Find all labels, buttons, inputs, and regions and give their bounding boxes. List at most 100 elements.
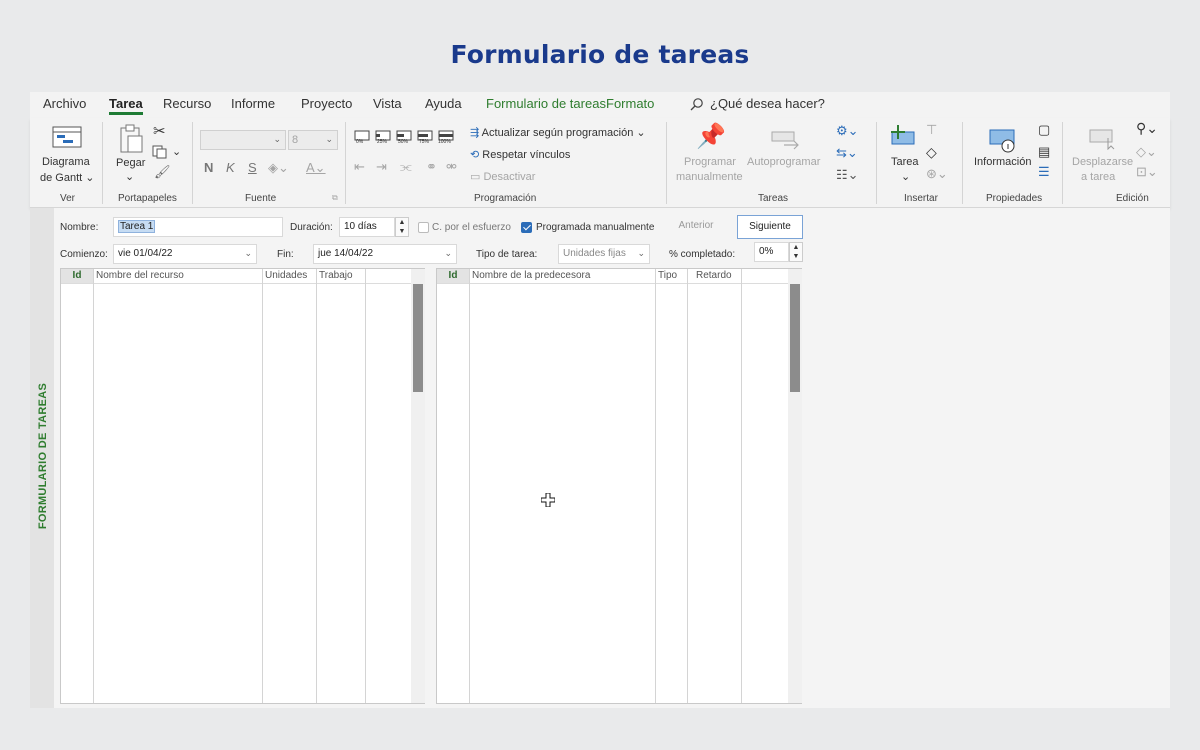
column-header-id[interactable]: Id [61,269,93,284]
italic-button[interactable]: K [226,160,235,175]
column-header-work[interactable]: Trabajo [317,269,365,284]
dialog-launcher-icon[interactable]: ⧉ [332,193,338,203]
information-icon[interactable] [988,128,1018,154]
fill-color-icon[interactable]: ◈⌄ [268,160,289,176]
cut-icon[interactable]: ✂ [153,122,166,140]
tab-formulario-de-tareas[interactable]: Formulario de tareas [486,96,606,111]
chevron-down-icon[interactable]: ⌄ [172,145,181,158]
font-size-box[interactable]: 8 ⌄ [288,130,338,150]
tab-tarea[interactable]: Tarea [109,96,143,115]
spin-down-icon[interactable]: ▼ [790,252,802,261]
pushpin-icon[interactable]: 📌 [696,122,726,151]
gantt-label-1[interactable]: Diagrama [42,156,90,168]
ribbon: Diagrama de Gantt ⌄ Ver Pegar ⌄ ✂ ⌄ 🖌 Po… [30,118,1170,208]
column-header-type[interactable]: Tipo [656,269,687,284]
column-header-id[interactable]: Id [437,269,469,284]
move-task-icon[interactable]: ⇆⌄ [836,145,858,161]
spin-up-icon[interactable]: ▲ [790,243,802,252]
scroll-to-task-label-2[interactable]: a tarea [1081,171,1115,183]
notes-icon[interactable]: ▢ [1038,122,1050,138]
schedule-manual-label-2[interactable]: manualmente [676,171,743,183]
outdent-icon[interactable]: ⇤ [354,159,365,175]
update-schedule-button[interactable]: ⇶ Actualizar según programación ⌄ [470,126,646,139]
format-painter-icon[interactable]: 🖌 [154,164,171,180]
split-task-icon[interactable]: ⫘ [400,159,412,175]
task-type-select[interactable]: Unidades fijas ⌄ [558,244,650,264]
percent-complete-field[interactable]: 0% [754,242,789,262]
tab-ayuda[interactable]: Ayuda [425,96,462,111]
gantt-button[interactable]: de Gantt ⌄ [40,171,94,184]
spin-up-icon[interactable]: ▲ [396,218,408,227]
update-schedule-icon: ⇶ [470,127,480,139]
scroll-to-task-label-1[interactable]: Desplazarse [1072,156,1133,168]
column-header-resource-name[interactable]: Nombre del recurso [94,269,262,284]
column-header-units[interactable]: Unidades [263,269,316,284]
tab-archivo[interactable]: Archivo [43,96,86,111]
duration-field[interactable]: 10 días [339,217,395,237]
underline-button[interactable]: S [248,160,257,175]
font-family-box[interactable]: ⌄ [200,130,286,150]
effort-driven-checkbox[interactable] [418,222,429,233]
chevron-down-icon[interactable]: ⌄ [444,248,452,259]
start-date-field[interactable]: vie 01/04/22 ⌄ [113,244,257,264]
scroll-thumb[interactable] [413,284,423,392]
column-divider [262,269,263,703]
font-size-value: 8 [292,134,299,146]
deactivate-button[interactable]: ▭ Desactivar [470,170,535,183]
deliverable-icon[interactable]: ⊛⌄ [926,166,948,182]
scroll-thumb[interactable] [790,284,800,392]
tab-informe[interactable]: Informe [231,96,275,111]
chevron-down-icon[interactable]: ⌄ [637,248,645,259]
group-label-propiedades: Propiedades [986,193,1043,204]
name-field[interactable]: Tarea 1 [113,217,283,237]
font-color-icon[interactable]: A⌄ [306,160,326,176]
link-tasks-icon[interactable]: ⚭ [426,159,437,175]
spin-down-icon[interactable]: ▼ [396,227,408,236]
information-label[interactable]: Información [974,156,1031,168]
add-timeline-icon[interactable]: ☰ [1038,164,1050,180]
duration-spinner[interactable]: ▲ ▼ [395,217,409,237]
summary-icon[interactable]: ⊤ [926,122,937,138]
resource-table[interactable]: Id Nombre del recurso Unidades Trabajo [60,268,425,704]
next-button[interactable]: Siguiente [737,215,803,239]
tell-me-search[interactable]: ¿Qué desea hacer? [690,96,825,111]
unlink-tasks-icon[interactable]: ⚮ [446,159,457,175]
manually-scheduled-checkbox[interactable] [521,222,532,233]
find-icon[interactable]: ⚲⌄ [1136,120,1158,137]
pct-75-label: 75% [419,139,430,145]
chevron-down-icon[interactable]: ⌄ [901,170,910,183]
column-header-predecessor-name[interactable]: Nombre de la predecesora [470,269,655,284]
percent-complete-spinner[interactable]: ▲ ▼ [789,242,803,262]
tab-formato[interactable]: Formato [606,96,654,111]
auto-schedule-label[interactable]: Autoprogramar [747,156,820,168]
schedule-manual-label-1[interactable]: Programar [684,156,736,168]
chevron-down-icon[interactable]: ⌄ [244,248,252,259]
mode-icon[interactable]: ☷⌄ [836,167,859,183]
auto-schedule-icon[interactable] [770,128,802,150]
predecessor-table[interactable]: Id Nombre de la predecesora Tipo Retardo [436,268,802,704]
chevron-down-icon[interactable]: ⌄ [125,170,134,183]
respect-links-button[interactable]: ⟲ Respetar vínculos [470,148,570,161]
milestone-icon[interactable]: ◇ [926,144,937,161]
scroll-to-task-icon[interactable] [1088,128,1118,150]
fill-icon[interactable]: ⊡⌄ [1136,164,1158,180]
insert-task-icon[interactable] [888,124,918,150]
insert-task-label[interactable]: Tarea [891,156,919,168]
update-schedule-label: Actualizar según programación [481,127,634,139]
vertical-scrollbar[interactable] [411,269,425,703]
column-header-lag[interactable]: Retardo [688,269,741,284]
indent-icon[interactable]: ⇥ [376,159,387,175]
tab-recurso[interactable]: Recurso [163,96,211,111]
previous-button[interactable]: Anterior [666,215,726,239]
vertical-scrollbar[interactable] [788,269,802,703]
paste-button-label[interactable]: Pegar [116,157,145,169]
paste-icon[interactable] [118,124,144,154]
finish-date-field[interactable]: jue 14/04/22 ⌄ [313,244,457,264]
details-icon[interactable]: ▤ [1038,144,1050,160]
tab-vista[interactable]: Vista [373,96,402,111]
inspect-task-icon[interactable]: ⚙⌄ [836,123,859,139]
tab-proyecto[interactable]: Proyecto [301,96,352,111]
copy-icon[interactable] [152,145,168,159]
clear-icon[interactable]: ◇⌄ [1136,144,1157,160]
bold-button[interactable]: N [204,160,213,175]
